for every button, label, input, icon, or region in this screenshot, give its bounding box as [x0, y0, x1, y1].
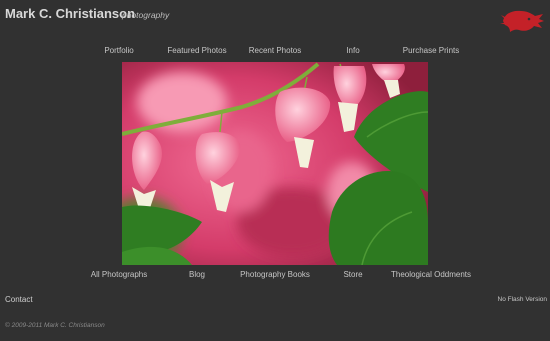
- nav-purchase-prints[interactable]: Purchase Prints: [403, 46, 459, 55]
- featured-photo[interactable]: [122, 62, 428, 265]
- nav-featured-photos[interactable]: Featured Photos: [167, 46, 226, 55]
- site-title[interactable]: Mark C. Christianson: [5, 6, 135, 21]
- nav-recent-photos[interactable]: Recent Photos: [249, 46, 301, 55]
- lion-logo-icon[interactable]: [499, 8, 545, 34]
- nav-info[interactable]: Info: [346, 46, 359, 55]
- site-tagline: photography: [122, 10, 170, 20]
- contact-link[interactable]: Contact: [5, 295, 33, 304]
- nav-store[interactable]: Store: [343, 270, 362, 279]
- nav-theological-oddments[interactable]: Theological Oddments: [391, 270, 471, 279]
- nav-photography-books[interactable]: Photography Books: [240, 270, 310, 279]
- no-flash-version-link[interactable]: No Flash Version: [498, 296, 548, 303]
- nav-portfolio[interactable]: Portfolio: [104, 46, 133, 55]
- copyright-notice: © 2009-2011 Mark C. Christianson: [5, 322, 105, 329]
- nav-blog[interactable]: Blog: [189, 270, 205, 279]
- nav-all-photographs[interactable]: All Photographs: [91, 270, 147, 279]
